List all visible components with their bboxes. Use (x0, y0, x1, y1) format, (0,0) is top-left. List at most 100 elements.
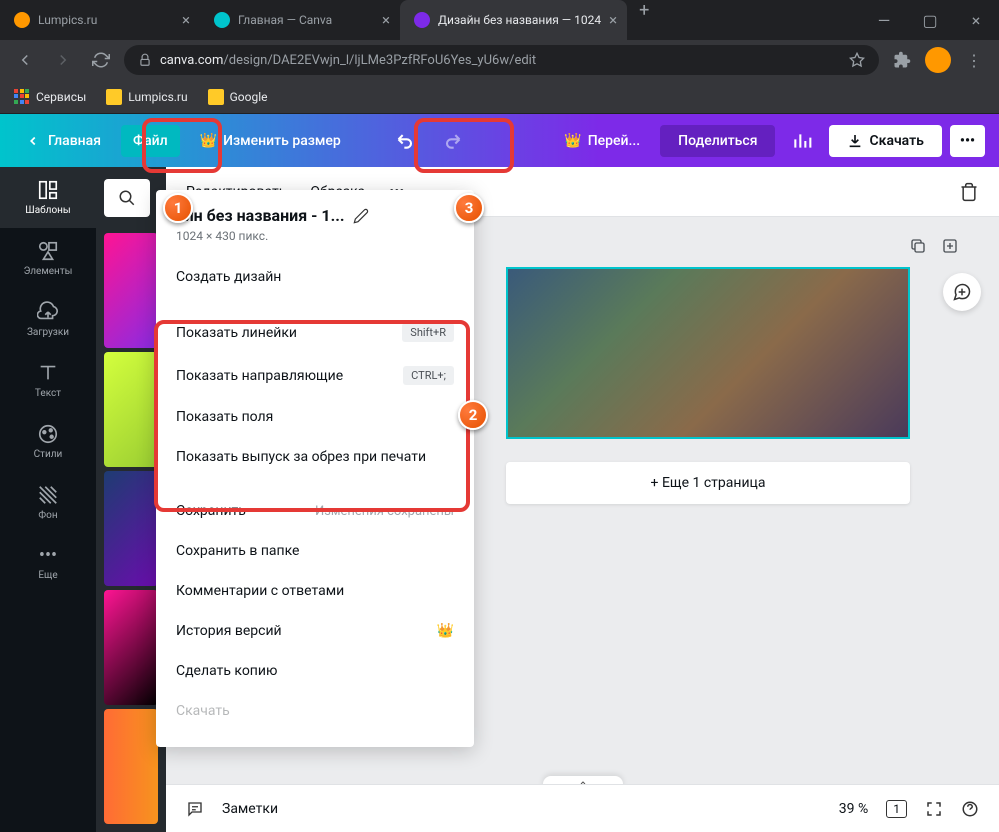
notes-icon (186, 800, 204, 818)
file-menu-button[interactable]: Файл (121, 125, 180, 157)
template-thumb[interactable] (104, 233, 158, 348)
sidebar-item-templates[interactable]: Шаблоны (0, 167, 96, 228)
menu-show-rulers[interactable]: Показать линейкиShift+R (156, 311, 474, 354)
menu-show-bleed[interactable]: Показать выпуск за обрез при печати (156, 437, 474, 477)
save-status: Изменения сохранены (315, 504, 454, 519)
duplicate-page-button[interactable] (909, 237, 927, 255)
canva-toolbar: Главная Файл 👑Изменить размер 👑Перей... … (0, 114, 999, 167)
canvas-footer: Заметки 39 % 1 (166, 784, 999, 832)
crown-icon: 👑 (200, 133, 217, 149)
elements-icon (37, 240, 59, 262)
annotation-badge: 3 (454, 193, 484, 223)
comment-button[interactable] (943, 273, 981, 311)
browser-tab[interactable]: Lumpics.ru × (0, 0, 200, 40)
design-title[interactable]: айн без названия - 1... (156, 206, 474, 229)
add-page-button[interactable] (941, 237, 959, 255)
template-thumb[interactable] (104, 709, 158, 824)
upgrade-button[interactable]: 👑Перей... (552, 125, 652, 157)
tab-title: Lumpics.ru (38, 13, 174, 27)
text-icon (37, 362, 59, 384)
help-button[interactable] (961, 800, 979, 818)
new-tab-button[interactable]: + (627, 0, 661, 40)
browser-tabs: Lumpics.ru × Главная — Canva × Дизайн бе… (0, 0, 861, 40)
search-icon (118, 189, 136, 207)
home-button[interactable]: Главная (14, 125, 113, 157)
browser-titlebar: Lumpics.ru × Главная — Canva × Дизайн бе… (0, 0, 999, 40)
shortcut-badge: Shift+R (402, 323, 454, 342)
annotation-badge: 1 (163, 193, 193, 223)
close-window-button[interactable]: × (953, 0, 999, 40)
delete-button[interactable] (959, 182, 979, 202)
download-icon (847, 133, 863, 149)
zoom-level[interactable]: 39 % (839, 801, 868, 817)
menu-show-guides[interactable]: Показать направляющиеCTRL+; (156, 354, 474, 397)
file-dropdown: айн без названия - 1... 1024 × 430 пикс.… (156, 190, 474, 747)
template-thumb[interactable] (104, 471, 158, 586)
notes-button[interactable]: Заметки (222, 801, 278, 817)
maximize-button[interactable]: ▢ (907, 0, 953, 40)
shortcut-badge: CTRL+; (403, 366, 454, 385)
browser-menu-button[interactable]: ⋮ (959, 45, 989, 75)
share-button[interactable]: Поделиться (660, 125, 775, 157)
page-count-button[interactable]: 1 (886, 800, 907, 818)
browser-tab-active[interactable]: Дизайн без названия — 1024 × (400, 0, 627, 40)
sidebar-item-elements[interactable]: Элементы (0, 228, 96, 289)
tab-favicon (414, 12, 430, 28)
profile-avatar[interactable] (925, 47, 951, 73)
menu-create-design[interactable]: Создать дизайн (156, 257, 474, 297)
menu-download[interactable]: Скачать (156, 691, 474, 731)
apps-icon (14, 89, 30, 105)
bookmark-apps[interactable]: Сервисы (14, 89, 86, 105)
back-button[interactable] (10, 45, 40, 75)
resize-button[interactable]: 👑Изменить размер (188, 125, 353, 157)
close-icon[interactable]: × (382, 11, 390, 29)
template-thumb[interactable] (104, 352, 158, 467)
menu-make-copy[interactable]: Сделать копию (156, 651, 474, 691)
star-icon[interactable] (849, 52, 865, 68)
side-panel: Шаблоны Элементы Загрузки Текст Стили Фо… (0, 167, 96, 832)
menu-version-history[interactable]: История версий👑 (156, 611, 474, 651)
menu-save-folder[interactable]: Сохранить в папке (156, 531, 474, 571)
tab-favicon (214, 12, 230, 28)
url-domain: canva.com (160, 53, 223, 68)
reload-button[interactable] (86, 45, 116, 75)
search-button[interactable] (104, 179, 150, 217)
download-button[interactable]: Скачать (829, 125, 941, 157)
fullscreen-button[interactable] (925, 800, 943, 818)
design-dimensions: 1024 × 430 пикс. (156, 229, 474, 257)
sidebar-item-background[interactable]: Фон (0, 472, 96, 533)
url-input[interactable]: canva.com/design/DAE2EVwjn_l/ljLMe3PzfRF… (124, 45, 879, 75)
sidebar-item-uploads[interactable]: Загрузки (0, 289, 96, 350)
sidebar-item-styles[interactable]: Стили (0, 411, 96, 472)
minimize-button[interactable]: — (861, 0, 907, 40)
template-thumb[interactable] (104, 590, 158, 705)
page-tools (909, 237, 959, 255)
bookmark-item[interactable]: Google (208, 89, 268, 105)
extensions-button[interactable] (887, 45, 917, 75)
redo-button[interactable] (433, 122, 471, 160)
tab-title: Главная — Canva (238, 13, 374, 27)
more-icon: ••• (39, 545, 57, 566)
close-icon[interactable]: × (609, 11, 617, 29)
add-page-panel[interactable]: + Еще 1 страница (506, 462, 910, 504)
pencil-icon (353, 208, 369, 224)
analytics-button[interactable] (783, 122, 821, 160)
forward-button[interactable] (48, 45, 78, 75)
window-controls: — ▢ × (861, 0, 999, 40)
folder-icon (208, 89, 224, 105)
more-button[interactable]: ••• (950, 125, 985, 157)
folder-icon (106, 89, 122, 105)
menu-save[interactable]: СохранитьИзменения сохранены (156, 491, 474, 531)
browser-tab[interactable]: Главная — Canva × (200, 0, 400, 40)
crown-icon: 👑 (437, 623, 454, 639)
menu-show-margins[interactable]: Показать поля (156, 397, 474, 437)
close-icon[interactable]: × (182, 11, 190, 29)
bookmark-item[interactable]: Lumpics.ru (106, 89, 187, 105)
canvas-page[interactable] (506, 267, 910, 439)
chevron-left-icon (26, 134, 40, 148)
url-path: /design/DAE2EVwjn_l/ljLMe3PzfRFoU6Yes_yU… (223, 53, 536, 68)
sidebar-item-more[interactable]: •••Еще (0, 533, 96, 593)
sidebar-item-text[interactable]: Текст (0, 350, 96, 411)
menu-comments[interactable]: Комментарии с ответами (156, 571, 474, 611)
undo-button[interactable] (387, 122, 425, 160)
